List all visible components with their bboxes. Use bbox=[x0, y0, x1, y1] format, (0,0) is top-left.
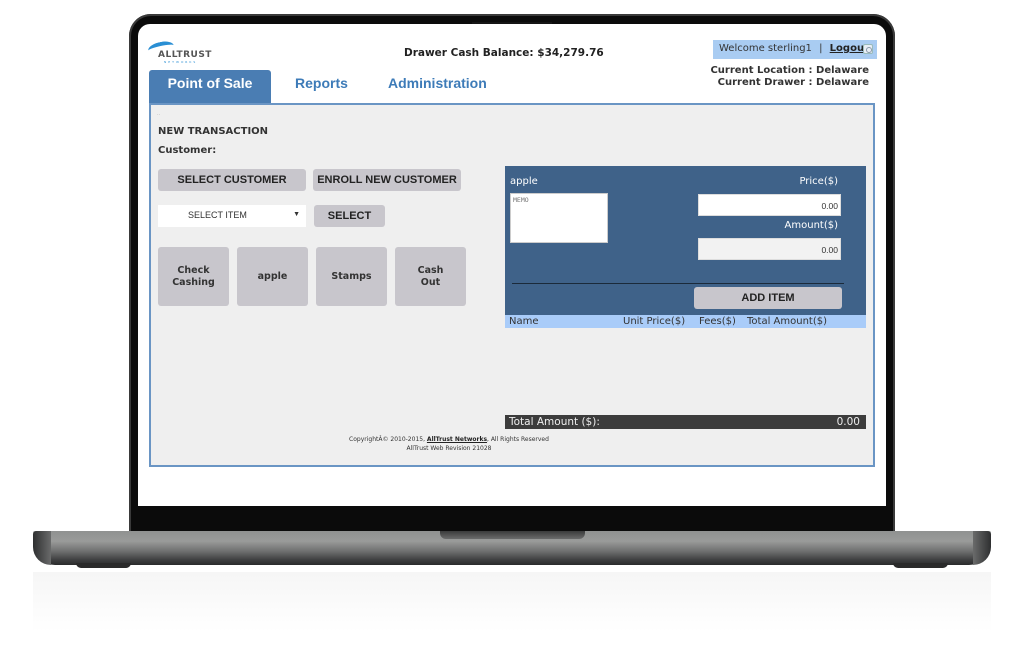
select-customer-button[interactable]: SELECT CUSTOMER bbox=[158, 169, 306, 191]
separator: | bbox=[819, 43, 823, 54]
welcome-text: Welcome sterling1 bbox=[719, 43, 812, 54]
logo-subtext: NETWORKS bbox=[164, 60, 198, 64]
price-input[interactable]: 0.00 bbox=[698, 194, 841, 216]
page-title: NEW TRANSACTION bbox=[158, 126, 269, 137]
pos-panel: .. NEW TRANSACTION Customer: SELECT CUST… bbox=[149, 103, 875, 467]
current-location: Current Location : Delaware bbox=[710, 65, 869, 76]
select-button[interactable]: SELECT bbox=[314, 205, 385, 227]
quick-item-check-cashing[interactable]: Check Cashing bbox=[158, 247, 229, 306]
logo-text: ALLTRUST bbox=[158, 50, 212, 60]
laptop-hinge-notch bbox=[440, 531, 585, 539]
memo-input[interactable] bbox=[510, 193, 608, 243]
laptop-reflection bbox=[33, 572, 991, 632]
breadcrumb-dots: .. bbox=[157, 111, 161, 117]
drawer-cash-balance: Drawer Cash Balance: $34,279.76 bbox=[404, 47, 604, 59]
enroll-new-customer-button[interactable]: ENROLL NEW CUSTOMER bbox=[313, 169, 461, 191]
cart-header: Name Unit Price($) Fees($) Total Amount(… bbox=[505, 315, 866, 328]
amount-label: Amount($) bbox=[784, 220, 838, 231]
divider bbox=[512, 283, 844, 284]
tab-point-of-sale[interactable]: Point of Sale bbox=[149, 70, 271, 103]
current-drawer: Current Drawer : Delaware bbox=[717, 77, 869, 88]
laptop-screen: ALLTRUST NETWORKS Drawer Cash Balance: $… bbox=[138, 24, 886, 506]
laptop-foot-left bbox=[76, 563, 131, 568]
pos-app: ALLTRUST NETWORKS Drawer Cash Balance: $… bbox=[138, 24, 886, 506]
copyright: CopyrightÂ© 2010-2015, AllTrust Networks… bbox=[138, 435, 877, 444]
location-info: Current Location : Delaware Current Draw… bbox=[710, 65, 869, 89]
select-item-value: SELECT ITEM bbox=[188, 210, 247, 220]
column-header-name: Name bbox=[509, 316, 539, 327]
laptop-base-left-edge bbox=[33, 531, 51, 565]
total-amount-label: Total Amount ($): bbox=[509, 416, 600, 428]
chevron-down-icon: ▼ bbox=[293, 211, 300, 218]
column-header-total-amount: Total Amount($) bbox=[747, 316, 827, 327]
company-link[interactable]: AllTrust Networks bbox=[427, 436, 487, 443]
quick-item-cash-out[interactable]: Cash Out bbox=[395, 247, 466, 306]
copyright-prefix: CopyrightÂ© 2010-2015, bbox=[349, 436, 425, 443]
customer-label: Customer: bbox=[158, 145, 217, 156]
item-name: apple bbox=[510, 176, 538, 187]
column-header-fees: Fees($) bbox=[699, 316, 736, 327]
revision: AllTrust Web Revision 21028 bbox=[406, 445, 492, 452]
tab-reports[interactable]: Reports bbox=[295, 70, 348, 103]
drawer-balance-value: $34,279.76 bbox=[537, 47, 604, 59]
alltrust-logo: ALLTRUST NETWORKS bbox=[146, 39, 216, 64]
copyright-suffix: , All Rights Reserved bbox=[487, 436, 549, 443]
add-item-button[interactable]: ADD ITEM bbox=[694, 287, 842, 309]
footer: CopyrightÂ© 2010-2015, AllTrust Networks… bbox=[151, 435, 877, 453]
laptop-base-right-edge bbox=[973, 531, 991, 565]
amount-input[interactable]: 0.00 bbox=[698, 238, 841, 260]
quick-item-apple[interactable]: apple bbox=[237, 247, 308, 306]
column-header-unit-price: Unit Price($) bbox=[623, 316, 686, 327]
price-label: Price($) bbox=[799, 176, 838, 187]
select-item-dropdown[interactable]: SELECT ITEM ▼ bbox=[158, 205, 306, 227]
quick-item-stamps[interactable]: Stamps bbox=[316, 247, 387, 306]
total-amount-bar: Total Amount ($): 0.00 bbox=[505, 415, 866, 429]
settings-icon[interactable] bbox=[863, 44, 873, 54]
laptop-foot-right bbox=[893, 563, 948, 568]
total-amount-value: 0.00 bbox=[836, 416, 860, 428]
tab-administration[interactable]: Administration bbox=[388, 70, 487, 103]
welcome-bar: Welcome sterling1 | Logout bbox=[713, 40, 877, 59]
item-editor: apple Price($) 0.00 Amount($) 0.00 ADD I… bbox=[505, 166, 866, 315]
drawer-balance-label: Drawer Cash Balance: bbox=[404, 47, 534, 59]
